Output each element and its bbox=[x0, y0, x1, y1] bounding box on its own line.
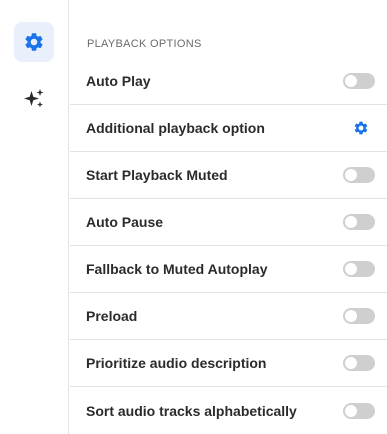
option-row-prioritize-audio-description: Prioritize audio description bbox=[70, 340, 387, 387]
toggle-knob bbox=[345, 310, 357, 322]
toggle-knob bbox=[345, 357, 357, 369]
toggle-knob bbox=[345, 216, 357, 228]
toggle-knob bbox=[345, 169, 357, 181]
option-row-fallback-muted-autoplay: Fallback to Muted Autoplay bbox=[70, 246, 387, 293]
additional-playback-settings-button[interactable] bbox=[351, 118, 371, 138]
option-label: Start Playback Muted bbox=[86, 167, 228, 183]
preload-toggle[interactable] bbox=[343, 308, 375, 324]
fallback-muted-autoplay-toggle[interactable] bbox=[343, 261, 375, 277]
toggle-knob bbox=[345, 404, 357, 417]
section-title: PLAYBACK OPTIONS bbox=[87, 38, 202, 50]
option-row-sort-audio-tracks: Sort audio tracks alphabetically bbox=[70, 387, 387, 434]
option-row-auto-pause: Auto Pause bbox=[70, 199, 387, 246]
option-row-preload: Preload bbox=[70, 293, 387, 340]
option-label: Sort audio tracks alphabetically bbox=[86, 402, 297, 419]
sidebar-rail bbox=[0, 0, 69, 434]
option-label: Additional playback option bbox=[86, 120, 265, 136]
option-row-additional-playback: Additional playback option bbox=[70, 105, 387, 152]
playback-options-panel: PLAYBACK OPTIONS Auto Play Additional pl… bbox=[70, 0, 387, 434]
option-row-start-playback-muted: Start Playback Muted bbox=[70, 152, 387, 199]
sidebar-item-sparkle[interactable] bbox=[14, 79, 54, 119]
options-list: Auto Play Additional playback option Sta… bbox=[70, 58, 387, 434]
option-label: Auto Pause bbox=[86, 214, 164, 230]
sparkle-icon bbox=[24, 89, 44, 108]
prioritize-audio-description-toggle[interactable] bbox=[343, 355, 375, 371]
toggle-knob bbox=[345, 75, 357, 87]
gear-icon bbox=[354, 121, 368, 135]
option-row-auto-play: Auto Play bbox=[70, 58, 387, 105]
sort-audio-tracks-toggle[interactable] bbox=[343, 402, 375, 419]
gear-icon bbox=[25, 33, 43, 51]
auto-play-toggle[interactable] bbox=[343, 73, 375, 89]
option-label: Auto Play bbox=[86, 73, 151, 89]
start-playback-muted-toggle[interactable] bbox=[343, 167, 375, 183]
option-label: Prioritize audio description bbox=[86, 355, 267, 371]
toggle-knob bbox=[345, 263, 357, 275]
app: PLAYBACK OPTIONS Auto Play Additional pl… bbox=[0, 0, 387, 434]
option-label: Fallback to Muted Autoplay bbox=[86, 261, 268, 277]
sidebar-item-settings[interactable] bbox=[14, 22, 54, 62]
auto-pause-toggle[interactable] bbox=[343, 214, 375, 230]
option-label: Preload bbox=[86, 308, 138, 324]
